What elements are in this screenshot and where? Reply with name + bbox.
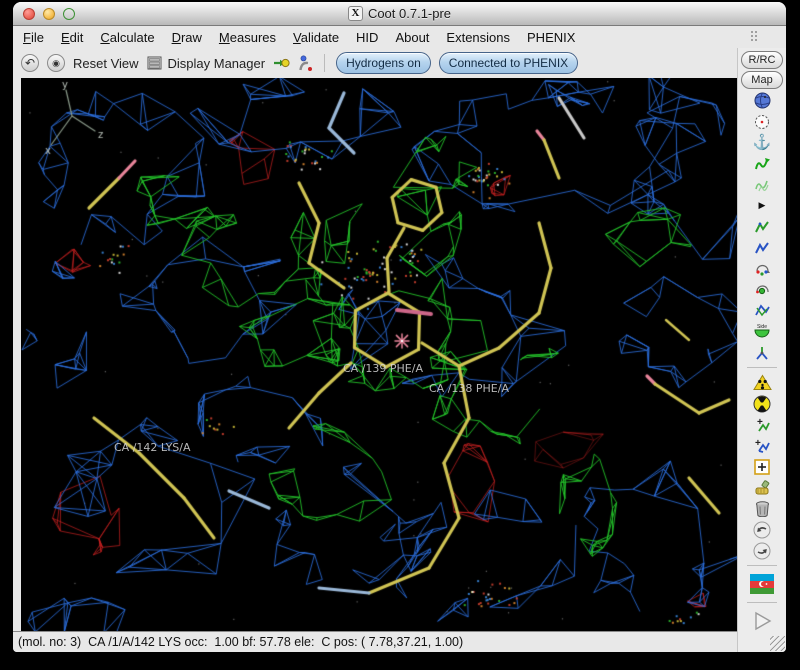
undo-icon (753, 521, 771, 539)
auto-fit-rotamer-button[interactable] (750, 259, 774, 278)
anchor-button[interactable]: ⚓ (750, 133, 774, 152)
edit-backbone-button[interactable] (750, 301, 774, 320)
minimize-button[interactable] (43, 8, 55, 20)
menu-hid[interactable]: HID (356, 30, 378, 45)
reset-view-label: Reset View (73, 56, 139, 71)
x11-icon: X (348, 6, 363, 21)
small-triangle-icon: ▶ (759, 201, 766, 210)
radiation-circle-icon (753, 395, 771, 413)
window-controls (23, 8, 75, 20)
menu-validate[interactable]: Validate (293, 30, 339, 45)
torsion-general-button[interactable] (750, 343, 774, 362)
real-space-refine-button[interactable] (750, 154, 774, 173)
svg-text:+: + (755, 438, 761, 449)
green-zigzag-icon (754, 219, 771, 235)
run-refinement-button[interactable] (750, 608, 774, 634)
zoom-button[interactable] (63, 8, 75, 20)
plus-box-icon (754, 459, 770, 475)
flip-sidechain-button[interactable]: Side (750, 322, 774, 341)
add-terminal-residue-button[interactable]: + (750, 415, 774, 434)
radiation-triangle-icon (753, 374, 772, 391)
menu-edit[interactable]: Edit (61, 30, 83, 45)
rotate-translate-button[interactable] (750, 238, 774, 257)
window-title: X Coot 0.7.1-pre (13, 6, 786, 21)
main-toolbar: ↶ ◉ Reset View Display Manager Hydrogens… (13, 48, 737, 78)
recentre-button[interactable] (750, 112, 774, 131)
menu-phenix[interactable]: PHENIX (527, 30, 575, 45)
place-atom-button[interactable] (750, 457, 774, 476)
regularize-zone-button[interactable] (750, 175, 774, 194)
redo-button[interactable] (750, 541, 774, 560)
rigid-body-fit-button[interactable] (750, 217, 774, 236)
display-manager-label: Display Manager (168, 56, 266, 71)
resize-grip[interactable] (770, 636, 785, 651)
right-toolbar: R/RC Map ⚓ ▶ Side + + (737, 48, 786, 652)
refine-squiggle-icon (754, 156, 771, 172)
anchor-icon: ⚓ (753, 135, 772, 150)
menu-calculate[interactable]: Calculate (100, 30, 154, 45)
regularize-squiggle-icon (754, 177, 771, 193)
small-play-button[interactable]: ▶ (750, 196, 774, 215)
reset-view-button[interactable]: Reset View (73, 56, 139, 71)
flag-button[interactable] (750, 571, 774, 597)
crosshair-icon (754, 114, 770, 130)
rotamer-circle-icon (754, 282, 771, 298)
target-icon: ◉ (52, 59, 60, 68)
status-text: (mol. no: 3) CA /1/A/142 LYS occ: 1.00 b… (18, 635, 463, 649)
redo-icon (753, 542, 771, 560)
menu-extensions[interactable]: Extensions (446, 30, 510, 45)
toolbar-divider (747, 602, 777, 603)
svg-text:Side: Side (757, 324, 767, 330)
mutate-autofit-button[interactable] (750, 373, 774, 392)
undo-view-button[interactable]: ↶ (21, 54, 39, 72)
coot-window: X Coot 0.7.1-pre File Edit Calculate Dra… (13, 2, 786, 652)
side-flip-icon: Side (752, 323, 772, 340)
simple-mutate-button[interactable] (750, 394, 774, 413)
flag-icon (750, 574, 774, 594)
recentre-view-button[interactable]: ◉ (47, 54, 65, 72)
titlebar[interactable]: X Coot 0.7.1-pre (13, 2, 786, 26)
paintbrush-icon (754, 480, 771, 496)
blue-zigzag-icon (754, 240, 771, 256)
rotamers-button[interactable] (750, 280, 774, 299)
undo-button[interactable] (750, 520, 774, 539)
menubar: File Edit Calculate Draw Measures Valida… (13, 26, 786, 48)
window-title-text: Coot 0.7.1-pre (368, 6, 451, 21)
menu-draw[interactable]: Draw (172, 30, 202, 45)
close-button[interactable] (23, 8, 35, 20)
toolbar-grip-dots[interactable] (750, 30, 758, 42)
toolbar-separator (324, 54, 325, 72)
trash-bin-icon (755, 501, 770, 517)
plus-blue-residue-icon: + (753, 438, 771, 454)
torsion-icon (754, 345, 771, 361)
delete-item-button[interactable] (750, 499, 774, 518)
globe-button[interactable] (750, 91, 774, 110)
backbone-icon (754, 303, 771, 319)
play-outline-icon (751, 610, 773, 632)
toolbar-divider (747, 367, 777, 368)
add-alt-conf-button[interactable]: + (750, 436, 774, 455)
stacked-layers-icon (147, 56, 163, 70)
status-bar: (mol. no: 3) CA /1/A/142 LYS occ: 1.00 b… (13, 631, 737, 652)
phenix-connection-button[interactable]: Connected to PHENIX (439, 52, 578, 74)
toolbar-divider (747, 565, 777, 566)
menu-file[interactable]: File (23, 30, 44, 45)
brush-button[interactable] (750, 478, 774, 497)
left-gutter (13, 78, 21, 631)
hydrogens-toggle-button[interactable]: Hydrogens on (336, 52, 431, 74)
go-to-ligand-icon[interactable] (273, 55, 290, 71)
map-button[interactable]: Map (741, 71, 783, 89)
person-icon[interactable] (298, 55, 313, 72)
display-manager-button[interactable]: Display Manager (147, 56, 266, 71)
globe-icon (754, 92, 771, 109)
rotate-dots-icon (754, 261, 771, 277)
rrc-button[interactable]: R/RC (741, 51, 783, 69)
plus-green-residue-icon: + (753, 417, 771, 433)
molecular-viewport: CA /139 PHE/A CA /138 PHE/A CA /142 LYS/… (21, 78, 737, 631)
menu-measures[interactable]: Measures (219, 30, 276, 45)
3d-canvas[interactable] (21, 78, 737, 631)
menu-about[interactable]: About (395, 30, 429, 45)
back-arrow-icon: ↶ (25, 57, 35, 69)
